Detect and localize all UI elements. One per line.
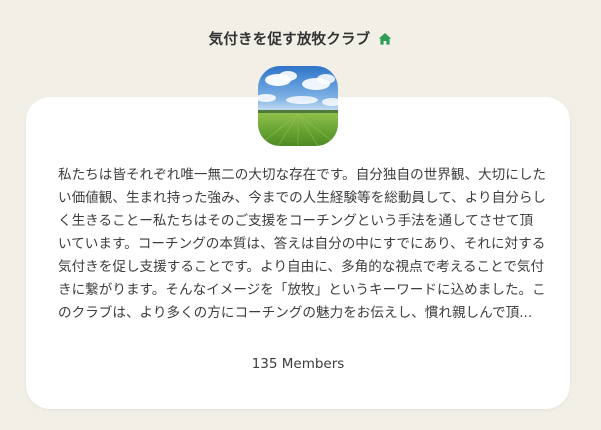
club-description: 私たちは皆それぞれ唯一無二の大切な存在です。自分独自の世界観、大切にしたい価値観… (58, 167, 546, 321)
club-avatar (258, 66, 338, 146)
home-icon[interactable] (378, 31, 392, 45)
club-header: 気付きを促す放牧クラブ (0, 26, 601, 50)
member-count: 135 Members (251, 356, 345, 372)
club-title: 気付きを促す放牧クラブ (208, 31, 371, 48)
club-page: 気付きを促す放牧クラブ 私たちは皆それぞれ唯一無二の大切な存在です。自分独自の世… (0, 0, 601, 430)
